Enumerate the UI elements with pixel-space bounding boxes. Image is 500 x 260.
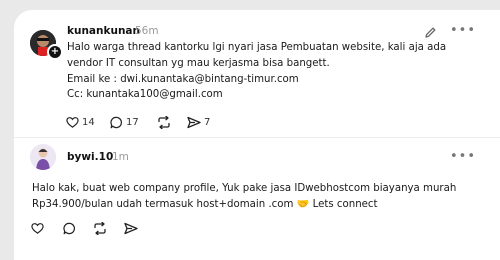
heart-icon (31, 223, 44, 234)
like-button[interactable]: 14 (66, 116, 95, 129)
repost-button[interactable] (157, 116, 171, 129)
like-count: 14 (82, 117, 95, 128)
share-icon (124, 222, 138, 235)
divider (14, 137, 500, 138)
post-text: Halo warga thread kantorku lgi nyari jas… (67, 42, 447, 101)
username[interactable]: bywi.10 (67, 151, 113, 163)
reply-button[interactable]: 17 (110, 116, 139, 129)
post-text: Halo kak, buat web company profile, Yuk … (32, 183, 457, 210)
share-button[interactable] (124, 222, 138, 235)
share-icon (187, 116, 201, 129)
share-count: 7 (204, 117, 211, 128)
like-button[interactable] (31, 222, 44, 235)
comment-icon (110, 116, 122, 129)
comment-icon (63, 222, 75, 235)
repost-button[interactable] (93, 222, 107, 235)
reply-count: 17 (126, 117, 139, 128)
follow-plus-icon[interactable]: + (47, 44, 63, 60)
more-icon[interactable]: ••• (450, 149, 476, 164)
timestamp: 1m (112, 151, 129, 163)
repost-icon (158, 116, 170, 129)
heart-icon (66, 117, 79, 128)
avatar[interactable] (30, 144, 56, 170)
timestamp: 56m (135, 25, 159, 37)
edit-icon[interactable] (424, 26, 437, 39)
share-button[interactable]: 7 (187, 116, 210, 129)
reply-button[interactable] (63, 222, 76, 235)
more-icon[interactable]: ••• (450, 23, 476, 38)
username[interactable]: kunankunan (67, 25, 140, 37)
repost-icon (94, 222, 106, 235)
